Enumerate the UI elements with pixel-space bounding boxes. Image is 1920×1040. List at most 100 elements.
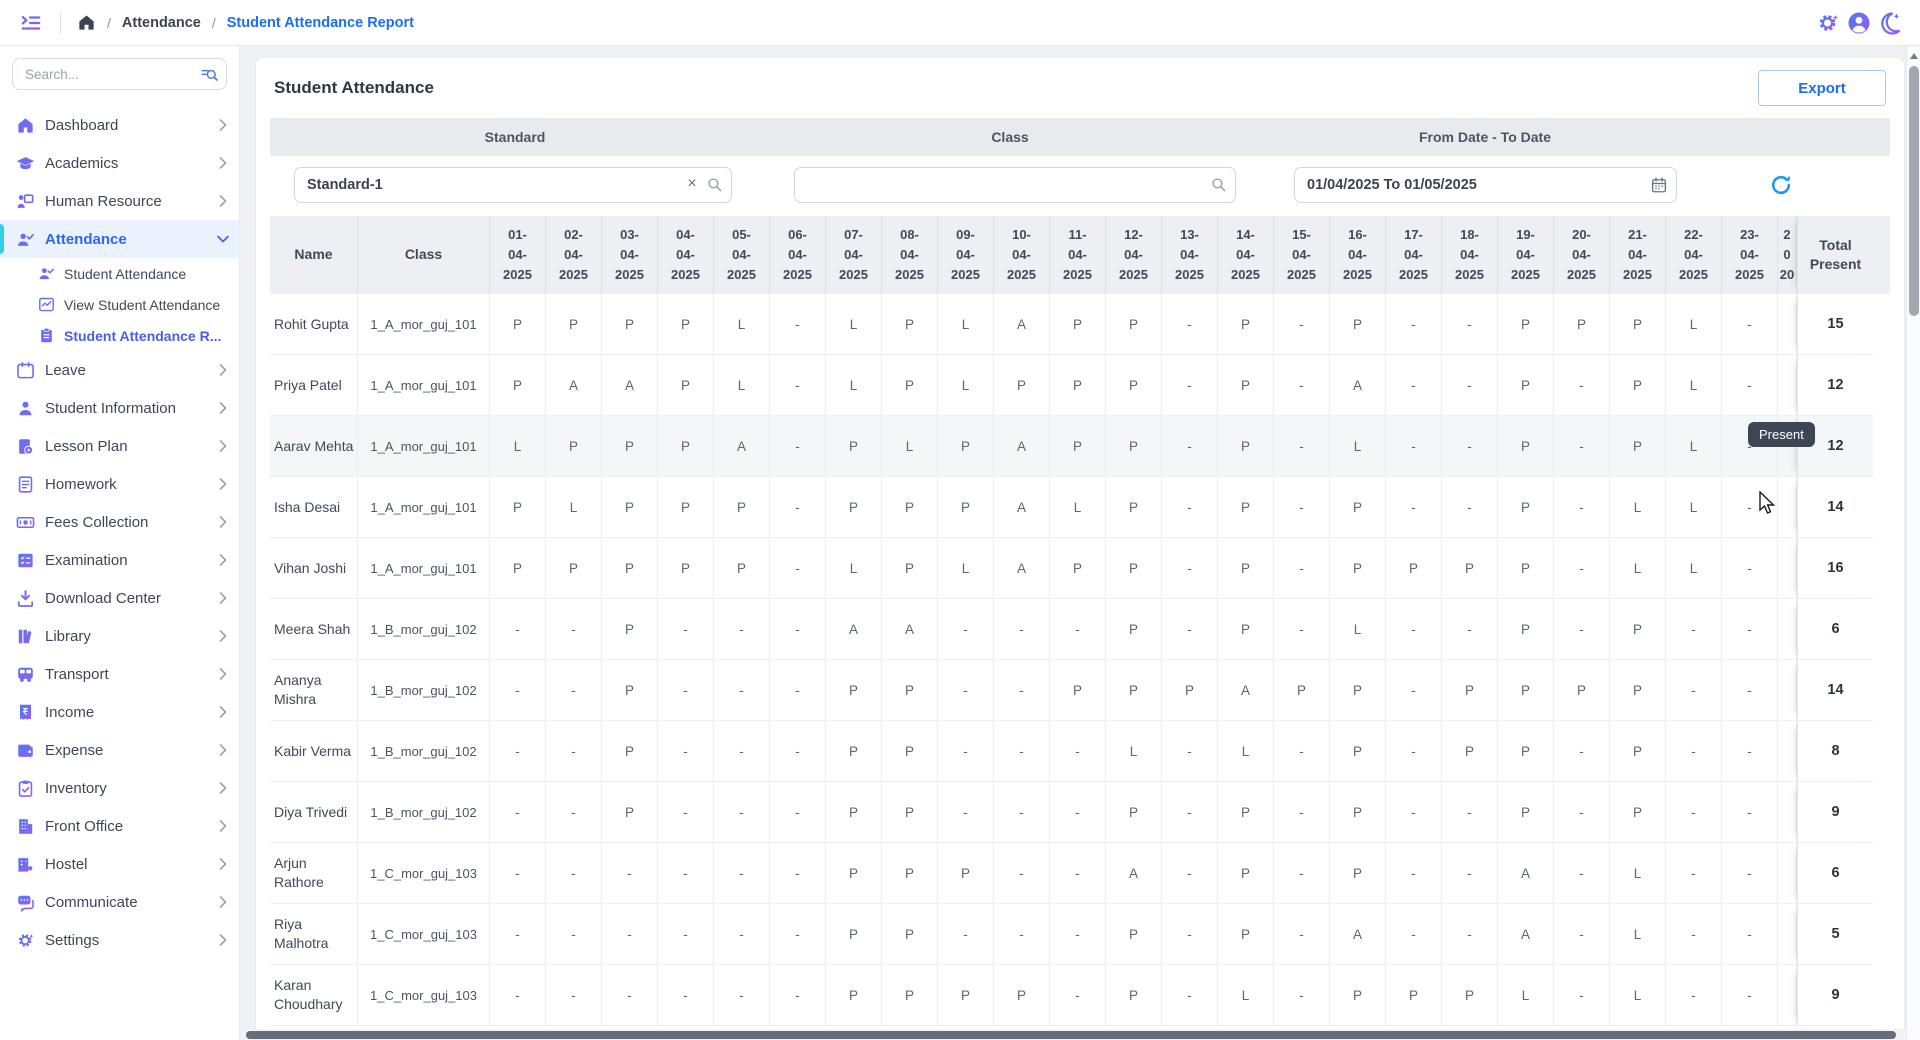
attendance-cell: - <box>1666 782 1722 843</box>
attendance-cell: - <box>1442 782 1498 843</box>
date-range-input[interactable] <box>1294 167 1677 203</box>
search-icon[interactable] <box>706 176 723 193</box>
sidebar-item-front-office[interactable]: Front Office <box>0 807 239 845</box>
scroll-up-arrow[interactable] <box>1910 53 1918 59</box>
cap-icon <box>16 154 35 173</box>
class-cell: 1_B_mor_guj_102 <box>358 660 490 721</box>
user-avatar-icon[interactable] <box>1847 11 1871 35</box>
horizontal-scrollbar[interactable] <box>241 1029 1906 1040</box>
chevron-right-icon <box>219 782 227 794</box>
attendance-cell: - <box>1722 477 1778 538</box>
clear-icon[interactable]: × <box>684 176 700 192</box>
sidebar-item-examination[interactable]: Examination <box>0 541 239 579</box>
attendance-cell: L <box>1666 477 1722 538</box>
attendance-cell: - <box>1442 416 1498 477</box>
attendance-cell: P <box>1218 477 1274 538</box>
horizontal-scrollbar-thumb[interactable] <box>246 1031 1896 1039</box>
table-row[interactable]: Kabir Verma1_B_mor_guj_102--P---PP---L-L… <box>270 721 1890 782</box>
attendance-cell: P <box>1498 782 1554 843</box>
attendance-cell: - <box>602 843 658 904</box>
date-column-header: 21-04-2025 <box>1610 216 1666 294</box>
gear-icon[interactable] <box>1816 11 1840 35</box>
sidebar-item-leave[interactable]: Leave <box>0 351 239 389</box>
sidebar-subitem-student-attendance[interactable]: Student Attendance <box>0 258 239 289</box>
sidebar-item-homework[interactable]: Homework <box>0 465 239 503</box>
standard-select-input[interactable] <box>294 167 732 203</box>
table-row[interactable]: Riya Malhotra1_C_mor_guj_103------PP---P… <box>270 904 1890 965</box>
search-icon[interactable] <box>1210 176 1227 193</box>
sidebar-item-inventory[interactable]: Inventory <box>0 769 239 807</box>
sidebar-item-academics[interactable]: Academics <box>0 144 239 182</box>
table-row[interactable]: Meera Shah1_B_mor_guj_102--P---AA---P-P-… <box>270 599 1890 660</box>
breadcrumb-page[interactable]: Student Attendance Report <box>227 15 414 31</box>
attendance-cell: P <box>1386 538 1442 599</box>
export-button[interactable]: Export <box>1758 70 1886 106</box>
breadcrumb-section[interactable]: Attendance <box>122 15 201 31</box>
attendance-cell: P <box>1218 782 1274 843</box>
attendance-cell: - <box>1442 294 1498 355</box>
vertical-scrollbar[interactable] <box>1906 46 1920 1040</box>
class-select-input[interactable] <box>794 167 1236 203</box>
sidebar-item-settings[interactable]: Settings <box>0 921 239 959</box>
student-name-cell: Isha Desai <box>270 477 358 538</box>
sidebar-subitem-label: View Student Attendance <box>64 297 220 313</box>
table-row[interactable]: Diya Trivedi1_B_mor_guj_102--P---PP---P-… <box>270 782 1890 843</box>
attendance-cell: A <box>714 416 770 477</box>
sidebar-item-hostel[interactable]: Hostel <box>0 845 239 883</box>
attendance-cell: P <box>658 416 714 477</box>
sidebar-toggle-icon[interactable] <box>18 12 44 34</box>
attendance-cell: - <box>994 660 1050 721</box>
attendance-cell: - <box>1050 721 1106 782</box>
home-icon[interactable] <box>77 13 96 32</box>
table-row[interactable]: Priya Patel1_A_mor_guj_101PAAPL-LPLPPP-P… <box>270 355 1890 416</box>
sidebar-subitem-view-student-attendance[interactable]: View Student Attendance <box>0 289 239 320</box>
attendance-cell: - <box>770 843 826 904</box>
search-icon[interactable] <box>200 65 218 83</box>
attendance-cell: - <box>1554 355 1610 416</box>
sidebar-item-lesson-plan[interactable]: Lesson Plan <box>0 427 239 465</box>
vertical-scrollbar-thumb[interactable] <box>1909 66 1919 316</box>
sidebar-item-download-center[interactable]: Download Center <box>0 579 239 617</box>
attendance-cell: P <box>1218 416 1274 477</box>
attendance-cell: - <box>490 843 546 904</box>
attendance-cell: - <box>602 904 658 965</box>
table-row[interactable]: Vihan Joshi1_A_mor_guj_101PPPPP-LPLAPP-P… <box>270 538 1890 599</box>
attendance-cell: - <box>1386 294 1442 355</box>
refresh-icon[interactable] <box>1769 173 1793 197</box>
sidebar-subitem-student-attendance-r[interactable]: Student Attendance R... <box>0 320 239 351</box>
table-row[interactable]: Ananya Mishra1_B_mor_guj_102--P---PP--PP… <box>270 660 1890 721</box>
attendance-cell: L <box>1610 477 1666 538</box>
sidebar-item-label: Student Information <box>45 400 176 417</box>
table-row[interactable]: Isha Desai1_A_mor_guj_101PLPPP-PPPALP-P-… <box>270 477 1890 538</box>
table-row[interactable]: Karan Choudhary1_C_mor_guj_103------PPPP… <box>270 965 1890 1026</box>
attendance-cell: P <box>1442 538 1498 599</box>
chevron-right-icon <box>219 478 227 490</box>
sidebar-item-student-information[interactable]: Student Information <box>0 389 239 427</box>
attendance-cell: - <box>714 782 770 843</box>
sidebar-item-communicate[interactable]: Communicate <box>0 883 239 921</box>
calendar-icon[interactable] <box>1650 176 1668 194</box>
date-column-header: 16-04-2025 <box>1330 216 1386 294</box>
student-name-cell: Riya Malhotra <box>270 904 358 965</box>
filter-header: Standard Class From Date - To Date <box>270 118 1890 156</box>
attendance-cell: - <box>1050 599 1106 660</box>
search-input[interactable] <box>12 58 227 90</box>
sidebar-item-attendance[interactable]: Attendance <box>0 220 239 258</box>
sidebar-item-fees-collection[interactable]: Fees Collection <box>0 503 239 541</box>
attendance-cell: - <box>1554 599 1610 660</box>
table-row[interactable]: Aarav Mehta1_A_mor_guj_101LPPPA-PLPAPP-P… <box>270 416 1890 477</box>
attendance-cell: A <box>1498 904 1554 965</box>
sidebar-item-dashboard[interactable]: Dashboard <box>0 106 239 144</box>
attendance-cell: - <box>1666 660 1722 721</box>
sidebar-item-library[interactable]: Library <box>0 617 239 655</box>
sidebar-item-income[interactable]: Income <box>0 693 239 731</box>
attendance-cell: P <box>1106 660 1162 721</box>
sidebar-item-human-resource[interactable]: Human Resource <box>0 182 239 220</box>
table-row[interactable]: Rohit Gupta1_A_mor_guj_101PPPPL-LPLAPP-P… <box>270 294 1890 355</box>
attendance-cell: - <box>1386 355 1442 416</box>
total-present-cell: 16 <box>1797 538 1873 599</box>
dark-mode-moon-icon[interactable] <box>1878 11 1902 35</box>
sidebar-item-expense[interactable]: Expense <box>0 731 239 769</box>
sidebar-item-transport[interactable]: Transport <box>0 655 239 693</box>
table-row[interactable]: Arjun Rathore1_C_mor_guj_103------PPP--A… <box>270 843 1890 904</box>
